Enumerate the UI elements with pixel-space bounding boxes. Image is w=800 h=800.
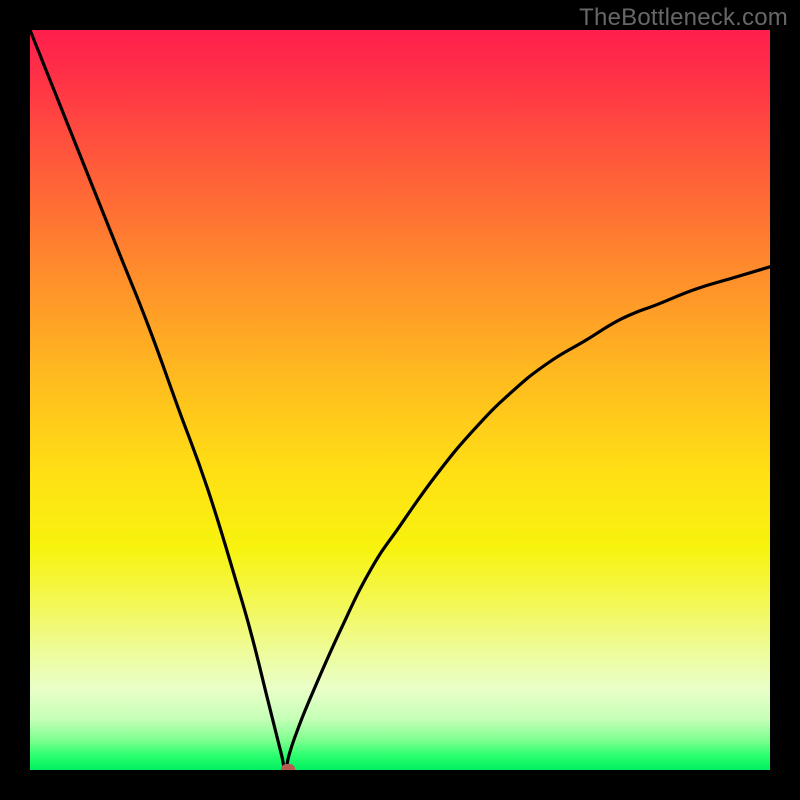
optimal-point-marker xyxy=(281,764,295,770)
bottleneck-curve xyxy=(30,30,770,770)
watermark-text: TheBottleneck.com xyxy=(579,4,788,32)
chart-root: TheBottleneck.com xyxy=(0,0,800,800)
plot-area xyxy=(30,30,770,770)
